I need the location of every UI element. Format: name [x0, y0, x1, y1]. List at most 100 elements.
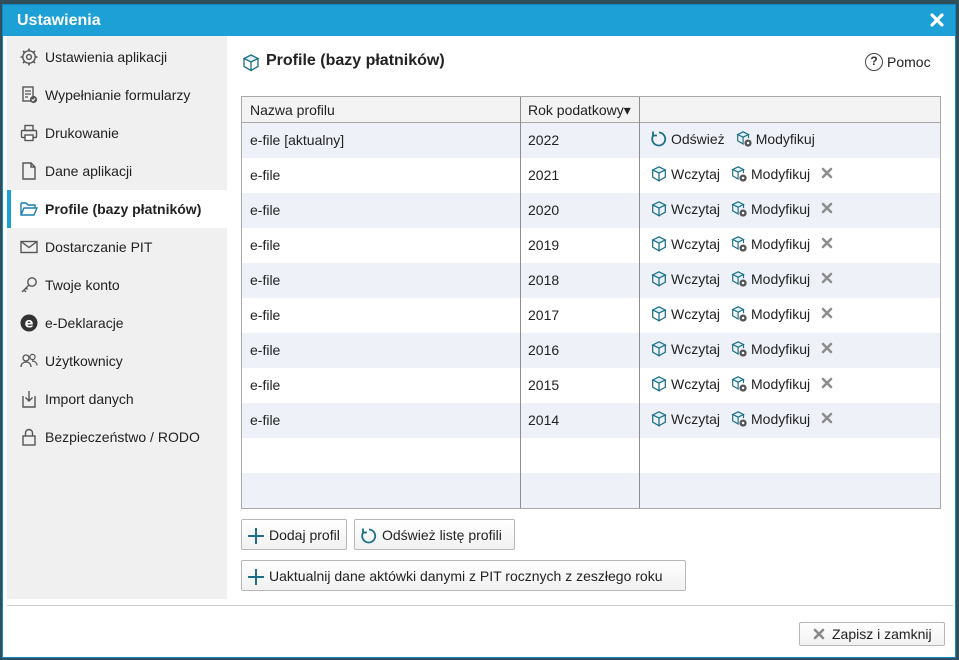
modify-action[interactable]: Modyfikuj	[730, 200, 810, 218]
delete-icon[interactable]	[820, 306, 834, 323]
box-icon	[650, 305, 668, 323]
table-row	[242, 473, 940, 508]
profile-name: e-file	[250, 272, 281, 288]
sidebar-item-users[interactable]: Użytkownicy	[7, 342, 227, 380]
modify-action[interactable]: Modyfikuj	[730, 235, 810, 253]
sidebar-item-label: Wypełnianie formularzy	[45, 87, 191, 103]
row-actions: Wczytaj Modyfikuj	[650, 375, 834, 397]
delete-icon[interactable]	[820, 341, 834, 358]
box-icon	[650, 375, 668, 393]
delete-icon[interactable]	[820, 411, 834, 428]
tax-year: 2021	[528, 167, 560, 183]
refresh-action[interactable]: Odśwież	[650, 130, 725, 148]
save-close-button[interactable]: Zapisz i zamknij	[799, 622, 945, 646]
row-actions: Wczytaj Modyfikuj	[650, 305, 834, 327]
table-row[interactable]: e-file 2018 Wczytaj Modyfikuj	[242, 263, 940, 298]
sidebar-item-label: Twoje konto	[45, 277, 120, 293]
load-action[interactable]: Wczytaj	[650, 165, 720, 183]
load-action[interactable]: Wczytaj	[650, 375, 720, 393]
table-row[interactable]: e-file [aktualny] 2022 Odśwież Modyfikuj	[242, 123, 940, 158]
lock-icon	[22, 428, 36, 446]
update-data-button[interactable]: Uaktualnij dane aktówki danymi z PIT roc…	[241, 560, 686, 591]
box-icon	[650, 200, 668, 218]
sidebar-item-security[interactable]: Bezpieczeństwo / RODO	[7, 418, 227, 456]
profile-name: e-file	[250, 342, 281, 358]
box-settings-icon	[730, 165, 748, 183]
tax-year: 2018	[528, 272, 560, 288]
delete-icon[interactable]	[820, 166, 834, 183]
key-icon	[21, 277, 37, 293]
column-header-year[interactable]: Rok podatkowy▾	[528, 102, 631, 119]
sidebar-item-printing[interactable]: Drukowanie	[7, 114, 227, 152]
add-profile-button[interactable]: Dodaj profil	[241, 519, 347, 550]
sidebar-item-account[interactable]: Twoje konto	[7, 266, 227, 304]
sidebar-item-app-settings[interactable]: Ustawienia aplikacji	[7, 38, 227, 76]
sidebar-item-e-declarations[interactable]: e e-Deklaracje	[7, 304, 227, 342]
e-declaration-icon: e	[20, 314, 38, 332]
row-actions: Wczytaj Modyfikuj	[650, 165, 834, 187]
table-row[interactable]: e-file 2017 Wczytaj Modyfikuj	[242, 298, 940, 333]
load-action[interactable]: Wczytaj	[650, 270, 720, 288]
table-row[interactable]: e-file 2019 Wczytaj Modyfikuj	[242, 228, 940, 263]
box-settings-icon	[730, 270, 748, 288]
modify-action[interactable]: Modyfikuj	[730, 165, 810, 183]
refresh-icon	[361, 528, 377, 544]
delete-icon[interactable]	[820, 271, 834, 288]
refresh-profiles-button[interactable]: Odśwież listę profili	[354, 519, 515, 550]
table-row[interactable]: e-file 2015 Wczytaj Modyfikuj	[242, 368, 940, 403]
modify-action[interactable]: Modyfikuj	[730, 410, 810, 428]
delete-icon[interactable]	[820, 376, 834, 393]
window-title: Ustawienia	[17, 12, 101, 29]
load-action[interactable]: Wczytaj	[650, 410, 720, 428]
titlebar: Ustawienia	[3, 5, 955, 36]
close-icon[interactable]	[927, 10, 947, 30]
column-divider	[520, 97, 521, 508]
box-icon	[650, 410, 668, 428]
close-icon	[813, 628, 825, 640]
box-settings-icon	[730, 375, 748, 393]
load-action[interactable]: Wczytaj	[650, 340, 720, 358]
sidebar-item-label: Ustawienia aplikacji	[45, 49, 168, 65]
sidebar-item-profiles[interactable]: Profile (bazy płatników)	[7, 190, 227, 228]
table-row[interactable]: e-file 2014 Wczytaj Modyfikuj	[242, 403, 940, 438]
delete-icon[interactable]	[820, 236, 834, 253]
sidebar-item-data-import[interactable]: Import danych	[7, 380, 227, 418]
modify-action[interactable]: Modyfikuj	[730, 340, 810, 358]
profile-name: e-file	[250, 307, 281, 323]
table-row	[242, 438, 940, 473]
load-action[interactable]: Wczytaj	[650, 235, 720, 253]
users-icon	[20, 353, 38, 368]
table-row[interactable]: e-file 2016 Wczytaj Modyfikuj	[242, 333, 940, 368]
row-actions: Wczytaj Modyfikuj	[650, 340, 834, 362]
sidebar-item-label: Import danych	[45, 391, 134, 407]
modify-action[interactable]: Modyfikuj	[730, 375, 810, 393]
sidebar-item-pit-delivery[interactable]: Dostarczanie PIT	[7, 228, 227, 266]
profile-name: e-file	[250, 377, 281, 393]
box-settings-icon	[730, 235, 748, 253]
column-header-name[interactable]: Nazwa profilu	[250, 102, 335, 118]
profile-name: e-file [aktualny]	[250, 132, 345, 148]
row-actions: Wczytaj Modyfikuj	[650, 200, 834, 222]
delete-icon[interactable]	[820, 201, 834, 218]
import-icon	[22, 391, 36, 408]
help-icon: ?	[865, 53, 883, 72]
modify-action[interactable]: Modyfikuj	[735, 130, 815, 148]
table-row[interactable]: e-file 2020 Wczytaj Modyfikuj	[242, 193, 940, 228]
load-action[interactable]: Wczytaj	[650, 200, 720, 218]
sidebar-item-app-data[interactable]: Dane aplikacji	[7, 152, 227, 190]
table-row[interactable]: e-file 2021 Wczytaj Modyfikuj	[242, 158, 940, 193]
load-action[interactable]: Wczytaj	[650, 305, 720, 323]
tax-year: 2016	[528, 342, 560, 358]
box-settings-icon	[730, 340, 748, 358]
sidebar-item-form-filling[interactable]: Wypełnianie formularzy	[7, 76, 227, 114]
page-title: Profile (bazy płatników)	[266, 52, 445, 69]
printer-icon	[20, 124, 38, 142]
help-link[interactable]: ? Pomoc	[865, 53, 931, 72]
sidebar-item-label: Dane aplikacji	[45, 163, 133, 179]
envelope-icon	[20, 240, 38, 254]
modify-action[interactable]: Modyfikuj	[730, 270, 810, 288]
box-settings-icon	[730, 305, 748, 323]
svg-text:e: e	[25, 317, 34, 332]
tax-year: 2022	[528, 132, 560, 148]
modify-action[interactable]: Modyfikuj	[730, 305, 810, 323]
